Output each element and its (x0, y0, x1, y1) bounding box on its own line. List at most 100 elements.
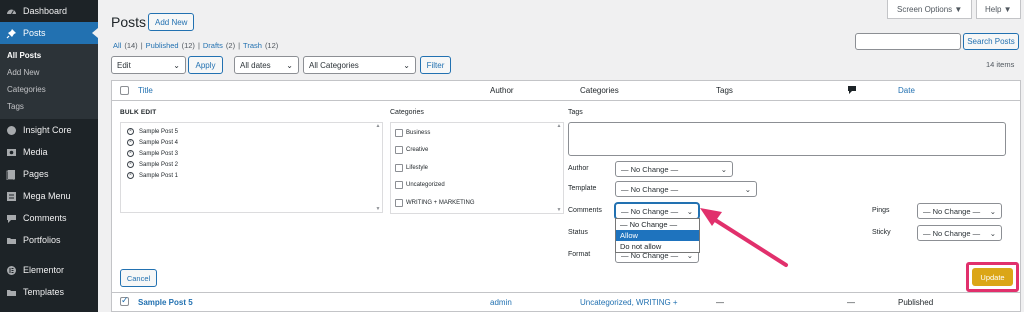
dropdown-option[interactable]: Do not allow (616, 241, 699, 252)
table-header: Title Author Categories Tags Date (111, 80, 1021, 101)
remove-icon[interactable]: × (127, 128, 134, 135)
cancel-button[interactable]: Cancel (120, 269, 157, 287)
page-title: Posts (111, 14, 147, 30)
chevron-down-icon: ⌄ (989, 206, 996, 216)
column-date[interactable]: Date (898, 86, 915, 95)
sticky-select[interactable]: — No Change — ⌄ (917, 225, 1002, 241)
pings-select[interactable]: — No Change — ⌄ (917, 203, 1002, 219)
submenu-all-posts[interactable]: All Posts (0, 47, 98, 64)
row-checkbox[interactable] (120, 295, 129, 306)
filter-all[interactable]: All (113, 41, 121, 50)
categories-label: Categories (390, 109, 424, 116)
scroll-down-icon[interactable]: ▼ (557, 207, 562, 213)
count-drafts: (2) (225, 41, 236, 50)
remove-icon[interactable]: × (127, 139, 134, 146)
sidebar-item-templates[interactable]: Templates (0, 281, 98, 303)
table-row: Sample Post 5 admin Uncategorized, WRITI… (111, 293, 1021, 312)
comments-select[interactable]: — No Change — ⌄ (615, 203, 699, 219)
sidebar-item-posts[interactable]: Posts (0, 22, 98, 44)
filter-button[interactable]: Filter (420, 56, 451, 74)
category-name: Uncategorized (406, 182, 445, 189)
apply-button[interactable]: Apply (188, 56, 223, 74)
sidebar-item-label: Templates (23, 287, 65, 297)
template-select[interactable]: — No Change — ⌄ (615, 181, 757, 197)
category-item[interactable]: Creative (391, 142, 563, 160)
category-item[interactable]: Lifestyle (391, 159, 563, 177)
chevron-down-icon: ⌄ (173, 60, 180, 70)
chevron-down-icon: ⌄ (720, 164, 727, 174)
help-button[interactable]: Help ▼ (976, 0, 1021, 19)
list-item: × Sample Post 5 (121, 126, 382, 137)
category-item[interactable]: Business (391, 124, 563, 142)
category-item[interactable]: WRITING + MARKETING (391, 194, 563, 212)
column-categories: Categories (580, 86, 619, 95)
posts-submenu: All Posts Add New Categories Tags (0, 44, 98, 119)
date-filter-select[interactable]: All dates ⌄ (234, 56, 299, 74)
remove-icon[interactable]: × (127, 172, 134, 179)
scroll-up-icon[interactable]: ▲ (557, 123, 562, 129)
pings-value: — No Change — (923, 206, 981, 216)
sidebar-item-label: Portfolios (23, 235, 61, 245)
main-content: Screen Options ▼ Help ▼ Posts Add New Al… (98, 0, 1024, 312)
add-new-button[interactable]: Add New (148, 13, 195, 31)
filter-trash[interactable]: Trash (243, 41, 262, 50)
admin-sidebar: Dashboard Posts All Posts Add New Catego… (0, 0, 98, 312)
author-select[interactable]: — No Change — ⌄ (615, 161, 733, 177)
sidebar-item-media[interactable]: Media (0, 141, 98, 163)
post-name: Sample Post 5 (139, 128, 179, 135)
category-item[interactable]: Uncategorized (391, 177, 563, 195)
elementor-icon (6, 265, 17, 276)
search-input[interactable] (855, 33, 961, 50)
checkbox[interactable] (395, 128, 403, 137)
sidebar-item-mega-menu[interactable]: Mega Menu (0, 185, 98, 207)
checkbox[interactable] (395, 181, 403, 190)
comment-bubble-icon[interactable] (847, 85, 857, 97)
filter-drafts[interactable]: Drafts (203, 41, 223, 50)
category-filter-value: All Categories (309, 60, 359, 70)
tags-textarea[interactable] (568, 122, 1006, 156)
submenu-tags[interactable]: Tags (0, 98, 98, 115)
bulk-action-select[interactable]: Edit ⌄ (111, 56, 186, 74)
comments-label: Comments (568, 207, 602, 214)
sidebar-item-pages[interactable]: Pages (0, 163, 98, 185)
remove-icon[interactable]: × (127, 161, 134, 168)
scrollbar[interactable]: ▲ ▼ (374, 123, 382, 212)
remove-icon[interactable]: × (127, 150, 134, 157)
submenu-add-new[interactable]: Add New (0, 64, 98, 81)
sidebar-item-comments[interactable]: Comments (0, 207, 98, 229)
category-filter-select[interactable]: All Categories ⌄ (303, 56, 416, 74)
row-author[interactable]: admin (490, 298, 512, 307)
dropdown-option[interactable]: — No Change — (616, 219, 699, 230)
sidebar-item-elementor[interactable]: Elementor (0, 259, 98, 281)
comments-icon (6, 213, 17, 224)
column-title[interactable]: Title (138, 86, 153, 95)
sidebar-item-dashboard[interactable]: Dashboard (0, 0, 98, 22)
row-categories[interactable]: Uncategorized, WRITING + (580, 298, 678, 307)
checkbox[interactable] (395, 163, 403, 172)
chevron-down-icon: ⌄ (989, 228, 996, 238)
sidebar-item-portfolios[interactable]: Portfolios (0, 229, 98, 251)
sidebar-item-insight-core[interactable]: Insight Core (0, 119, 98, 141)
update-button[interactable]: Update (972, 268, 1013, 286)
screen-options-button[interactable]: Screen Options ▼ (887, 0, 973, 19)
submenu-categories[interactable]: Categories (0, 81, 98, 98)
count-trash: (12) (264, 41, 279, 50)
post-name: Sample Post 2 (139, 161, 179, 168)
checkbox[interactable] (395, 198, 403, 207)
post-name: Sample Post 1 (139, 172, 179, 179)
select-all-checkbox[interactable] (120, 86, 129, 95)
scroll-down-icon[interactable]: ▼ (376, 206, 381, 212)
category-name: Business (406, 129, 431, 136)
search-posts-button[interactable]: Search Posts (963, 33, 1019, 50)
scroll-up-icon[interactable]: ▲ (376, 123, 381, 129)
row-title[interactable]: Sample Post 5 (138, 298, 193, 307)
separator: | (197, 41, 200, 50)
sidebar-item-label: Elementor (23, 265, 65, 275)
dropdown-option-selected[interactable]: Allow (616, 230, 699, 241)
media-icon (6, 147, 17, 158)
sidebar-item-label: Dashboard (23, 6, 68, 16)
scrollbar[interactable]: ▲ ▼ (555, 123, 563, 213)
filter-published[interactable]: Published (146, 41, 179, 50)
sidebar-item-label: Insight Core (23, 125, 72, 135)
checkbox[interactable] (395, 146, 403, 155)
